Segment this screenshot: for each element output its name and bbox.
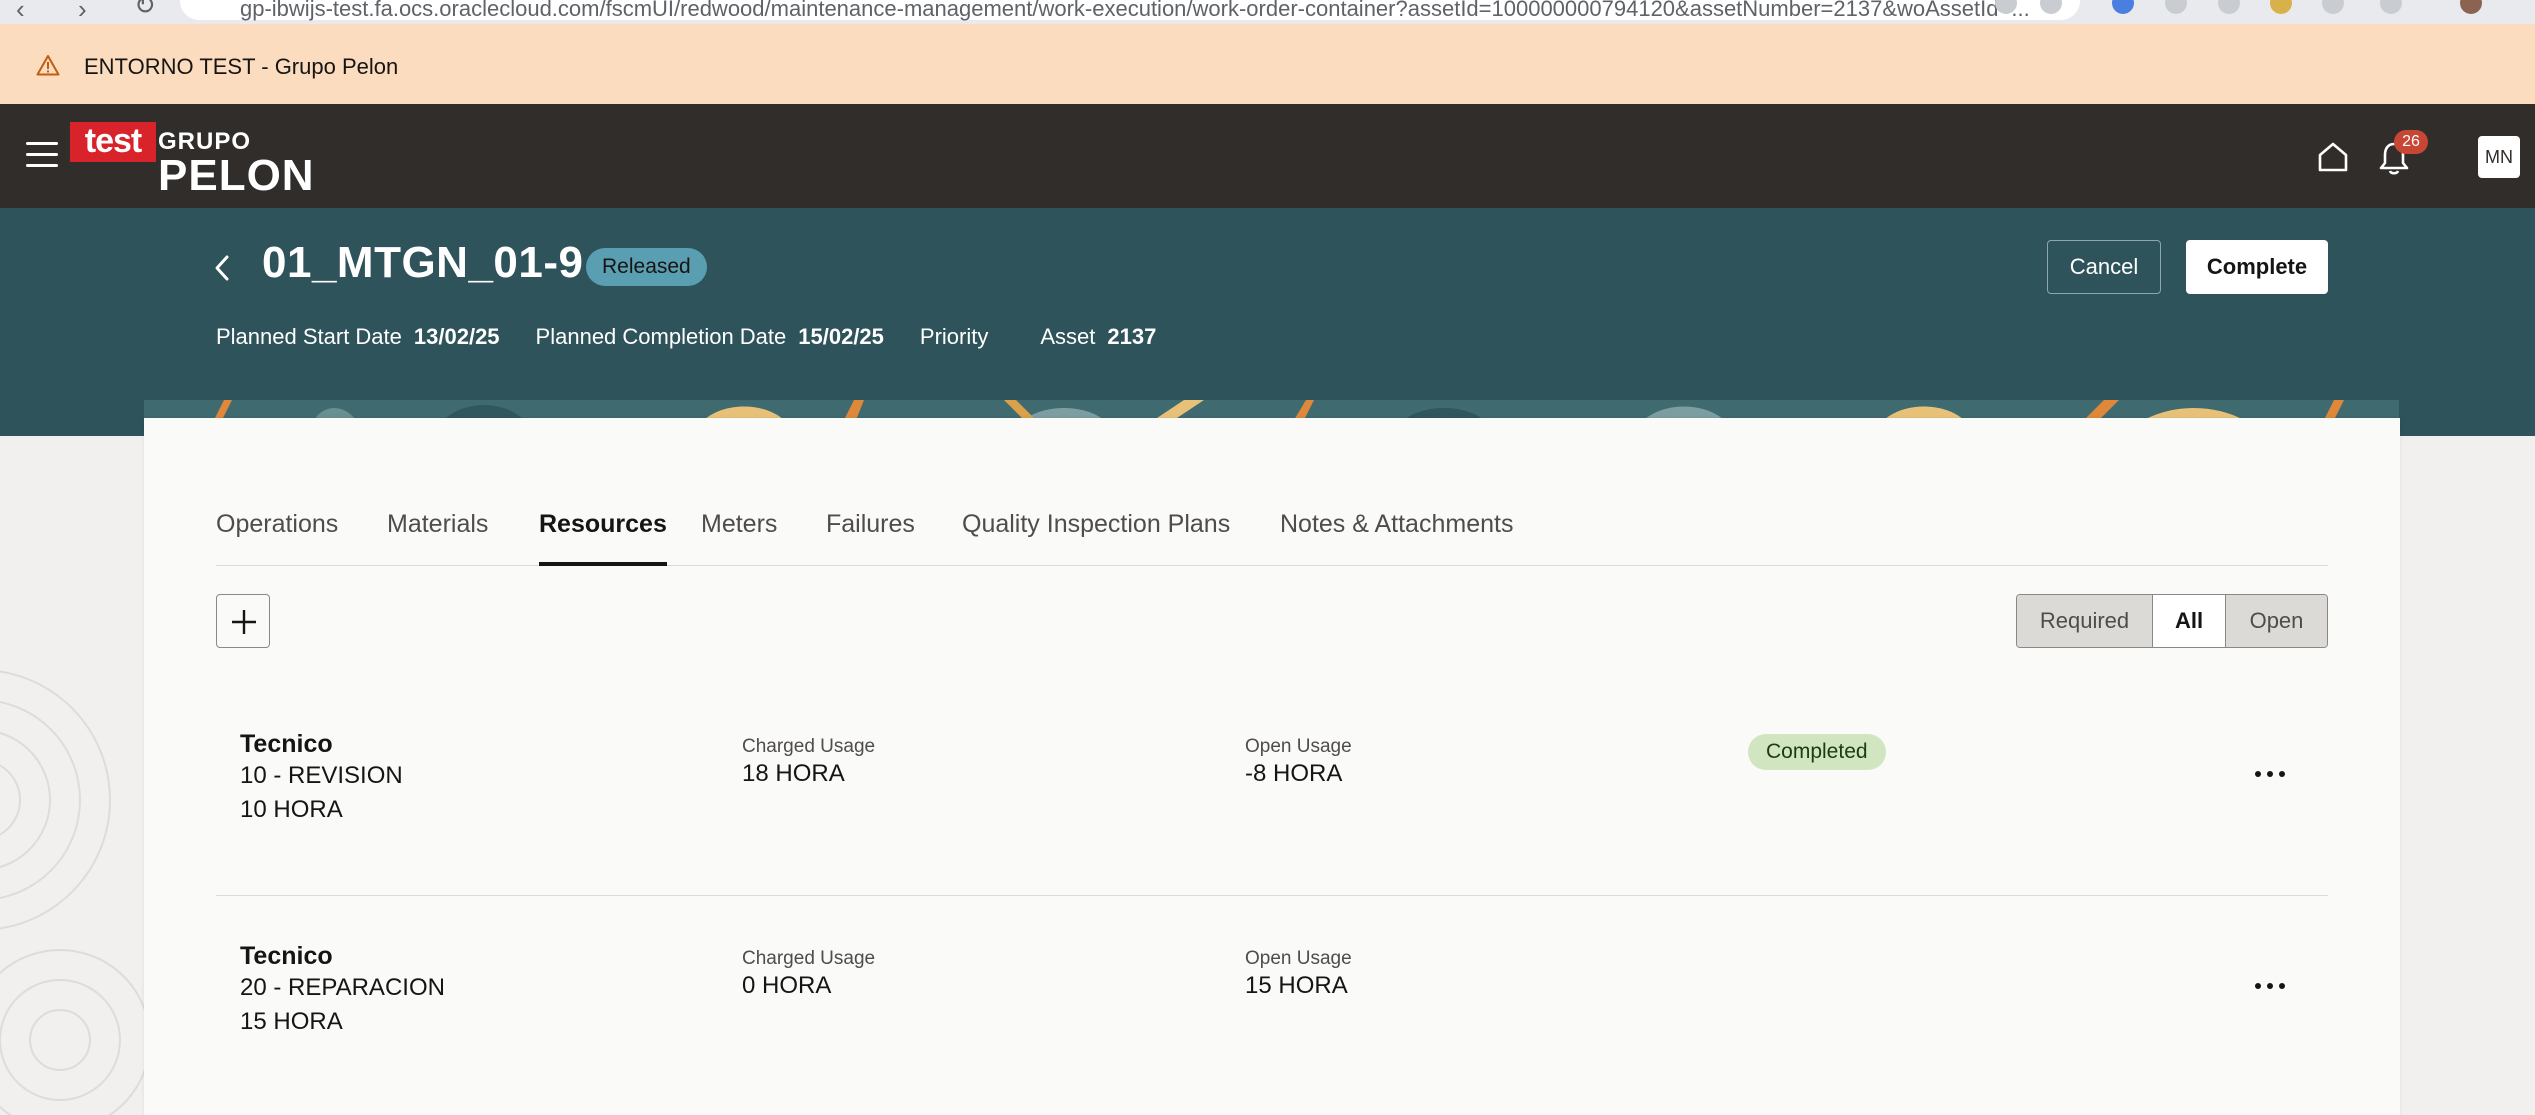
asset-value: 2137 — [1107, 324, 1157, 349]
decorative-pattern — [144, 400, 2399, 420]
tab-materials[interactable]: Materials — [387, 510, 488, 566]
tab-meters[interactable]: Meters — [701, 510, 777, 566]
work-order-title: 01_MTGN_01-9 — [262, 238, 584, 287]
planned-completion-value: 15/02/25 — [798, 324, 884, 349]
work-order-meta: Planned Start Date 13/02/25 Planned Comp… — [216, 324, 1192, 350]
open-usage-value: -8 HORA — [1245, 760, 1343, 787]
address-bar-url: gp-ibwijs-test.fa.ocs.oraclecloud.com/fs… — [240, 0, 2030, 21]
add-resource-button[interactable] — [216, 594, 270, 648]
open-usage-label: Open Usage — [1245, 736, 1352, 757]
planned-completion-label: Planned Completion Date — [535, 324, 787, 349]
profile-avatar[interactable] — [2460, 0, 2482, 14]
tab-resources[interactable]: Resources — [539, 510, 667, 566]
resource-operation: 20 - REPARACION — [240, 974, 445, 1001]
environment-banner: ENTORNO TEST - Grupo Pelon — [0, 24, 2535, 104]
extension-icon[interactable] — [2112, 0, 2134, 14]
tab-quality-inspection-plans[interactable]: Quality Inspection Plans — [962, 510, 1230, 566]
logo-pelon-text: PELON — [158, 151, 315, 200]
plus-icon — [232, 610, 256, 634]
tab-failures[interactable]: Failures — [826, 510, 915, 566]
browser-forward-icon[interactable]: › — [78, 0, 87, 24]
filter-required[interactable]: Required — [2017, 595, 2153, 647]
resource-name: Tecnico — [240, 730, 333, 758]
background-pattern — [0, 670, 150, 1115]
user-avatar[interactable]: MN — [2478, 136, 2520, 178]
charged-usage-label: Charged Usage — [742, 736, 876, 757]
search-icon[interactable] — [2322, 0, 2344, 14]
status-badge: Released — [586, 248, 707, 286]
address-bar[interactable]: gp-ibwijs-test.fa.ocs.oraclecloud.com/fs… — [180, 0, 2080, 21]
usage-filter: Required All Open — [2016, 594, 2328, 648]
planned-start-label: Planned Start Date — [216, 324, 402, 349]
browser-toolbar: ‹ › ↻ gp-ibwijs-test.fa.ocs.oraclecloud.… — [0, 0, 2535, 24]
warning-icon — [36, 55, 60, 76]
window-icon[interactable] — [2380, 0, 2402, 14]
asset-label: Asset — [1040, 324, 1096, 349]
planned-start-value: 13/02/25 — [413, 324, 500, 349]
tab-notes-attachments[interactable]: Notes & Attachments — [1280, 510, 1513, 566]
resource-operation: 10 - REVISION — [240, 762, 403, 789]
cancel-button[interactable]: Cancel — [2047, 240, 2161, 294]
logo-test-mark: test — [70, 122, 156, 162]
app-header: test GRUPO PELON 26 MN — [0, 104, 2535, 208]
resources-card: Operations Materials Resources Meters Fa… — [144, 418, 2400, 1115]
environment-banner-text: ENTORNO TEST - Grupo Pelon — [84, 54, 399, 79]
company-logo[interactable]: test GRUPO PELON — [70, 118, 314, 198]
charged-usage-value: 18 HORA — [742, 760, 845, 787]
extension-icon[interactable] — [2270, 0, 2292, 14]
charged-usage-label: Charged Usage — [742, 948, 876, 969]
resource-name: Tecnico — [240, 942, 333, 970]
tab-bar: Operations Materials Resources Meters Fa… — [216, 510, 2328, 566]
complete-button[interactable]: Complete — [2186, 240, 2328, 294]
tab-operations[interactable]: Operations — [216, 510, 338, 566]
resource-quantity: 10 HORA — [240, 796, 343, 823]
menu-icon[interactable] — [26, 142, 58, 170]
back-chevron-icon[interactable] — [212, 253, 232, 283]
more-actions-icon[interactable] — [2252, 764, 2296, 784]
browser-reload-icon[interactable]: ↻ — [134, 0, 156, 21]
resource-quantity: 15 HORA — [240, 1008, 343, 1035]
priority-label: Priority — [919, 324, 989, 349]
browser-back-icon[interactable]: ‹ — [16, 0, 25, 24]
filter-open[interactable]: Open — [2226, 595, 2327, 647]
extension-icon[interactable] — [2165, 0, 2187, 14]
extension-icon[interactable] — [2218, 0, 2240, 14]
more-actions-icon[interactable] — [2252, 976, 2296, 996]
open-usage-label: Open Usage — [1245, 948, 1352, 969]
resource-row[interactable]: Tecnico 20 - REPARACION 15 HORA Charged … — [216, 896, 2328, 1108]
charged-usage-value: 0 HORA — [742, 972, 832, 999]
open-usage-value: 15 HORA — [1245, 972, 1348, 999]
notifications-count-badge: 26 — [2394, 130, 2428, 154]
resource-status-badge: Completed — [1748, 734, 1886, 770]
filter-all[interactable]: All — [2153, 595, 2226, 647]
home-icon[interactable] — [2316, 140, 2350, 174]
resource-row[interactable]: Tecnico 10 - REVISION 10 HORA Charged Us… — [216, 684, 2328, 896]
